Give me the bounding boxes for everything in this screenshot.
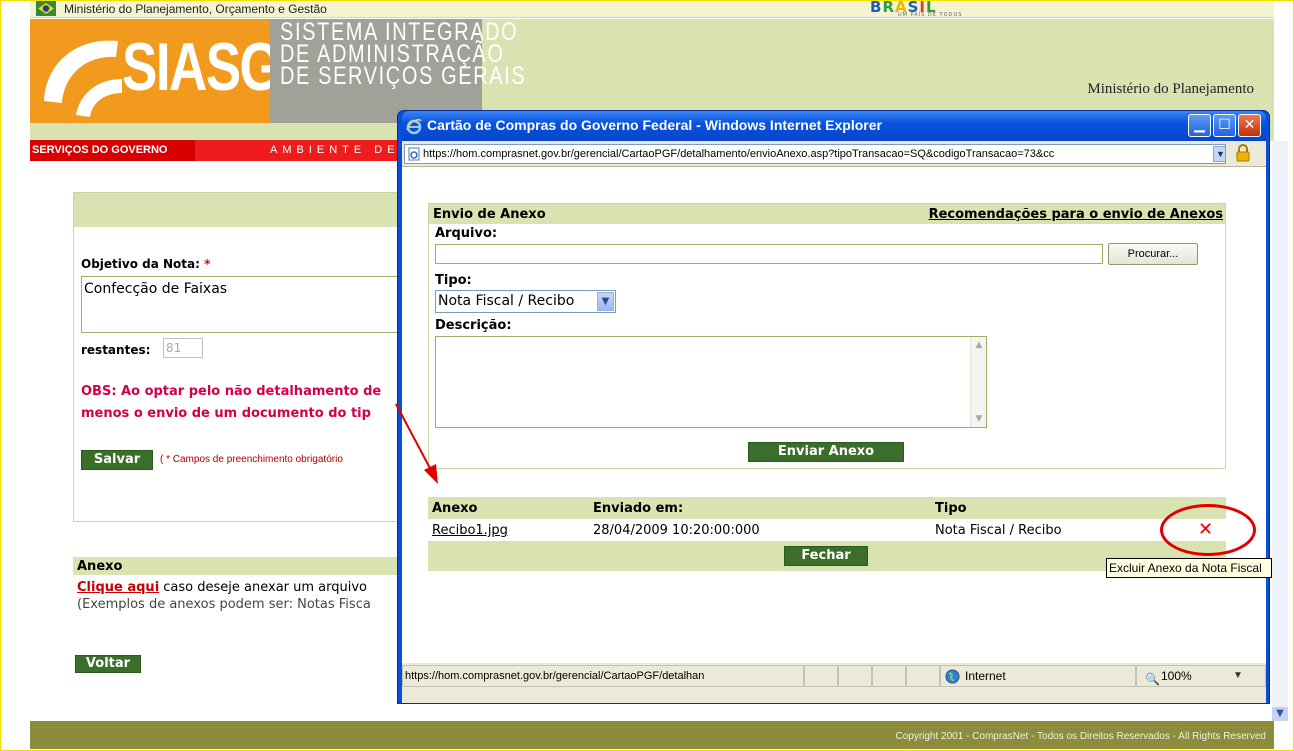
scroll-down-arrow-icon[interactable]: ▼ <box>1272 707 1288 721</box>
environment-label: AMBIENTE DE <box>270 144 400 156</box>
objective-label: Objetivo da Nota: * <box>81 257 210 271</box>
attachments-table-header: Anexo Enviado em: Tipo <box>428 497 1226 519</box>
required-mark: * <box>204 257 211 271</box>
copyright-text: Copyright 2001 - ComprasNet - Todos os D… <box>895 731 1266 742</box>
col-header-enviado: Enviado em: <box>593 501 684 516</box>
col-header-anexo: Anexo <box>432 501 478 516</box>
minimize-icon: ▁ <box>1194 117 1205 133</box>
description-scrollbar[interactable]: ▲ ▼ <box>970 337 986 427</box>
status-url: https://hom.comprasnet.gov.br/gerencial/… <box>402 665 804 687</box>
annotation-arrow-icon <box>395 403 438 484</box>
page-icon <box>408 147 420 161</box>
type-label: Tipo: <box>435 273 472 288</box>
brasil-logo: BRASIL UM PAÍS DE TODOS <box>870 0 970 18</box>
services-bar: SERVIÇOS DO GOVERNO AMBIENTE DE <box>30 140 400 161</box>
obs-notice: OBS: Ao optar pelo não detalhamento de m… <box>81 381 411 425</box>
description-label: Descrição: <box>435 318 512 333</box>
click-here-link[interactable]: Clique aqui <box>77 580 159 595</box>
brasil-tagline: UM PAÍS DE TODOS <box>898 12 963 18</box>
remaining-label: restantes: <box>81 343 151 357</box>
note-form-header <box>74 193 407 227</box>
siasg-system-name: SISTEMA INTEGRADO DE ADMINISTRAÇÃO DE SE… <box>280 18 527 90</box>
col-header-tipo: Tipo <box>935 501 967 516</box>
services-link[interactable]: SERVIÇOS DO GOVERNO <box>30 140 195 161</box>
address-field[interactable]: https://hom.comprasnet.gov.br/gerencial/… <box>404 144 1226 164</box>
attachment-sent-date: 28/04/2009 10:20:00:000 <box>593 523 760 538</box>
description-textarea[interactable]: ▲ ▼ <box>435 336 987 428</box>
browse-button[interactable]: Procurar... <box>1108 243 1198 265</box>
brazil-flag-icon <box>36 1 56 16</box>
page-footer: Copyright 2001 - ComprasNet - Todos os D… <box>30 721 1274 749</box>
security-zone[interactable]: Internet <box>940 665 1136 687</box>
magnifier-icon: 🔍 <box>1145 672 1160 686</box>
note-form-panel <box>73 192 408 522</box>
remaining-count-field: 81 <box>163 338 203 358</box>
popup-title-bar[interactable]: Cartão de Compras do Governo Federal - W… <box>402 111 1266 141</box>
ministry-name: Ministério do Planejamento, Orçamento e … <box>64 2 327 16</box>
send-attachment-section: Envio de Anexo Recomendações para o envi… <box>428 203 1226 469</box>
status-pane-3 <box>872 665 906 687</box>
objective-textarea[interactable]: Confecção de Faixas <box>81 276 411 333</box>
scroll-up-icon[interactable]: ▲ <box>971 337 987 353</box>
lock-icon[interactable] <box>1234 144 1252 162</box>
maximize-button[interactable]: ☐ <box>1213 114 1236 137</box>
status-pane-2 <box>838 665 872 687</box>
siasg-swoosh-icon <box>44 40 122 117</box>
attachment-examples: (Exemplos de anexos podem ser: Notas Fis… <box>77 597 371 612</box>
obs-line-1: OBS: Ao optar pelo não detalhamento de <box>81 384 382 399</box>
header-ministry-title: Ministério do Planejamento <box>1087 81 1254 97</box>
attachment-file-link[interactable]: Recibo1.jpg <box>432 523 508 538</box>
attachment-instructions-text: caso deseje anexar um arquivo <box>159 580 368 595</box>
type-select-value: Nota Fiscal / Recibo <box>438 293 575 309</box>
minimize-button[interactable]: ▁ <box>1188 114 1211 137</box>
close-button[interactable]: Fechar <box>784 546 868 566</box>
file-input[interactable] <box>435 244 1103 264</box>
save-button[interactable]: Salvar <box>81 450 153 470</box>
siasg-logo-text: SIASG <box>122 29 281 105</box>
zoom-control[interactable]: 🔍 100% ▼ <box>1136 665 1266 687</box>
globe-icon <box>945 669 960 684</box>
highlight-ellipse <box>1160 504 1256 556</box>
attachment-section-title: Anexo <box>73 557 408 575</box>
send-attachment-title: Envio de Anexo <box>433 207 546 222</box>
close-window-button[interactable]: ✕ <box>1238 114 1261 137</box>
obs-line-2: menos o envio de um documento do tip <box>81 406 371 421</box>
table-row: Recibo1.jpg 28/04/2009 10:20:00:000 Nota… <box>428 519 1226 541</box>
status-pane-4 <box>906 665 940 687</box>
status-bar: https://hom.comprasnet.gov.br/gerencial/… <box>402 663 1266 703</box>
send-attachment-header: Envio de Anexo Recomendações para o envi… <box>429 204 1225 224</box>
government-bar: Ministério do Planejamento, Orçamento e … <box>30 0 1274 18</box>
internet-explorer-icon <box>406 118 422 135</box>
zoom-dropdown-icon[interactable]: ▼ <box>1233 666 1243 686</box>
popup-window: Cartão de Compras do Governo Federal - W… <box>397 110 1270 704</box>
maximize-icon: ☐ <box>1218 117 1231 133</box>
close-icon: ✕ <box>1243 117 1256 133</box>
objective-label-text: Objetivo da Nota: <box>81 257 200 271</box>
popup-title: Cartão de Compras do Governo Federal - W… <box>427 117 882 133</box>
chevron-down-icon[interactable]: ▼ <box>597 292 614 311</box>
scroll-down-icon[interactable]: ▼ <box>971 411 987 427</box>
attachment-instructions: Clique aqui caso deseje anexar um arquiv… <box>77 580 367 595</box>
popup-content: Envio de Anexo Recomendações para o envi… <box>402 167 1266 663</box>
delete-tooltip: Excluir Anexo da Nota Fiscal <box>1106 558 1272 578</box>
required-fields-note: ( * Campos de preenchimento obrigatório <box>160 454 343 465</box>
page-scrollbar[interactable]: ▼ <box>1272 141 1288 721</box>
file-label: Arquivo: <box>435 226 498 241</box>
address-dropdown-icon[interactable]: ▼ <box>1213 146 1225 162</box>
recommendations-link[interactable]: Recomendações para o envio de Anexos <box>929 207 1223 222</box>
address-bar: https://hom.comprasnet.gov.br/gerencial/… <box>402 141 1266 167</box>
attachment-type: Nota Fiscal / Recibo <box>935 523 1062 538</box>
back-button[interactable]: Voltar <box>75 655 141 673</box>
security-zone-label: Internet <box>965 669 1006 683</box>
zoom-level: 100% <box>1161 669 1192 683</box>
address-url: https://hom.comprasnet.gov.br/gerencial/… <box>423 148 1055 160</box>
type-select[interactable]: Nota Fiscal / Recibo ▼ <box>435 290 616 313</box>
status-pane-1 <box>804 665 838 687</box>
send-attachment-button[interactable]: Enviar Anexo <box>748 442 904 462</box>
